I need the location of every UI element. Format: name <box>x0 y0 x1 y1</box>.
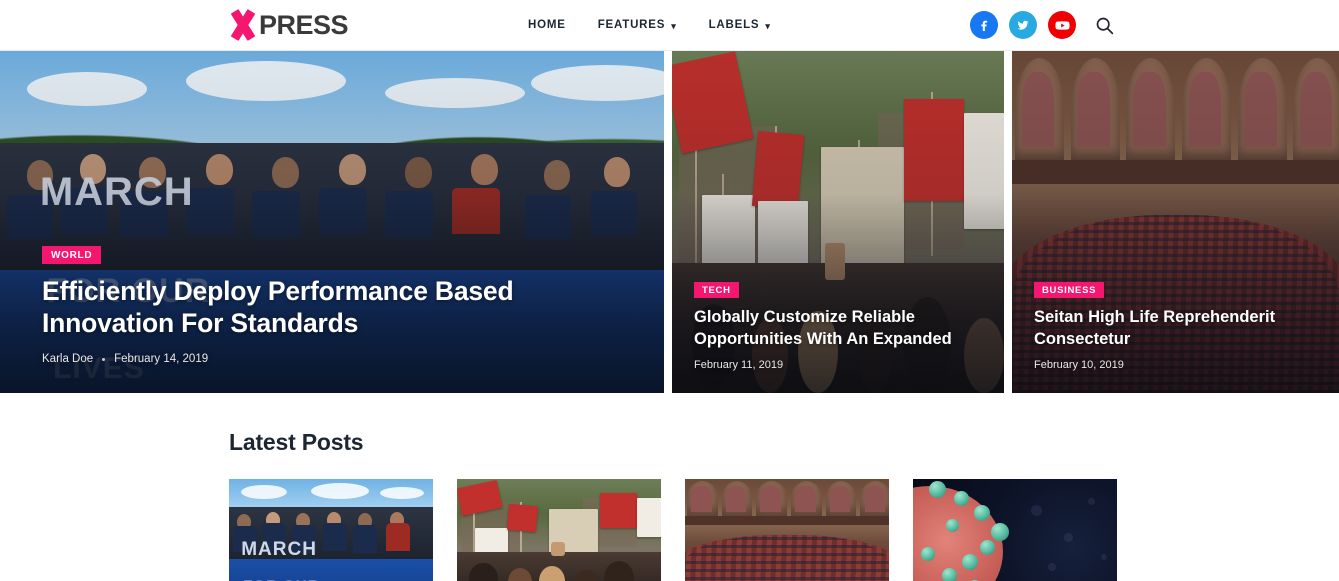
list-item[interactable] <box>685 479 889 581</box>
hero-secondary-card-2[interactable]: BUSINESS Seitan High Life Reprehenderit … <box>1011 51 1339 393</box>
logo-x-mark-icon <box>228 10 258 40</box>
hero-secondary-content-2: BUSINESS Seitan High Life Reprehenderit … <box>1012 280 1339 393</box>
hero-secondary-title-1[interactable]: Globally Customize Reliable Opportunitie… <box>694 307 982 350</box>
latest-post-thumbnail-2 <box>457 479 661 581</box>
hero-featured-content: WORLD Efficiently Deploy Performance Bas… <box>0 245 664 393</box>
latest-posts-section: Latest Posts MARCH <box>0 393 1339 581</box>
hero-secondary-meta-2: February 10, 2019 <box>1034 359 1317 371</box>
chevron-down-icon: ▾ <box>671 20 677 31</box>
hero-secondary-category-badge-1[interactable]: TECH <box>693 282 739 299</box>
header-actions <box>970 11 1117 39</box>
twitter-icon[interactable] <box>1009 11 1037 39</box>
nav-item-labels-label: LABELS <box>708 19 760 31</box>
hero-secondary-title-2[interactable]: Seitan High Life Reprehenderit Consectet… <box>1034 307 1317 350</box>
latest-post-thumbnail-4 <box>913 479 1117 581</box>
hero-secondary-content-1: TECH Globally Customize Reliable Opportu… <box>672 280 1004 393</box>
site-logo[interactable]: PRESS <box>228 9 349 41</box>
nav-item-home[interactable]: HOME <box>528 19 566 31</box>
latest-post-thumbnail-1: MARCH FOR OUR <box>229 479 433 581</box>
hero-featured-card[interactable]: MARCH FOR OUR LIVES WORLD Efficiently De… <box>0 51 664 393</box>
search-icon[interactable] <box>1091 12 1117 38</box>
hero-secondary-date-2: February 10, 2019 <box>1033 359 1124 371</box>
main-navigation: HOME FEATURES ▾ LABELS ▾ <box>528 19 771 31</box>
hero-featured-meta: Karla Doe February 14, 2019 <box>42 353 624 365</box>
nav-item-features[interactable]: FEATURES ▾ <box>598 19 677 31</box>
nav-item-home-label: HOME <box>528 19 566 31</box>
youtube-icon[interactable] <box>1048 11 1076 39</box>
meta-separator-dot <box>102 357 106 361</box>
hero-featured-title[interactable]: Efficiently Deploy Performance Based Inn… <box>42 276 624 339</box>
site-header: PRESS HOME FEATURES ▾ LABELS ▾ <box>0 0 1339 51</box>
logo-text: PRESS <box>259 9 349 40</box>
hero-secondary-meta-1: February 11, 2019 <box>694 359 982 371</box>
hero-secondary-card-1[interactable]: TECH Globally Customize Reliable Opportu… <box>671 51 1004 393</box>
hero-featured-category-badge[interactable]: WORLD <box>42 246 102 265</box>
list-item[interactable] <box>913 479 1117 581</box>
latest-post-thumbnail-3 <box>685 479 889 581</box>
hero-featured-author[interactable]: Karla Doe <box>42 353 93 365</box>
nav-item-features-label: FEATURES <box>597 19 666 31</box>
chevron-down-icon: ▾ <box>765 20 771 31</box>
nav-item-labels[interactable]: LABELS ▾ <box>709 19 771 31</box>
hero-secondary-date-1: February 11, 2019 <box>693 359 784 371</box>
hero-featured-date: February 14, 2019 <box>114 353 209 365</box>
facebook-icon[interactable] <box>970 11 998 39</box>
list-item[interactable] <box>457 479 661 581</box>
hero-secondary-category-badge-2[interactable]: BUSINESS <box>1033 282 1105 299</box>
latest-posts-grid: MARCH FOR OUR <box>229 479 1339 581</box>
latest-posts-heading: Latest Posts <box>229 429 364 455</box>
hero-section: MARCH FOR OUR LIVES WORLD Efficiently De… <box>0 51 1339 393</box>
list-item[interactable]: MARCH FOR OUR <box>229 479 433 581</box>
